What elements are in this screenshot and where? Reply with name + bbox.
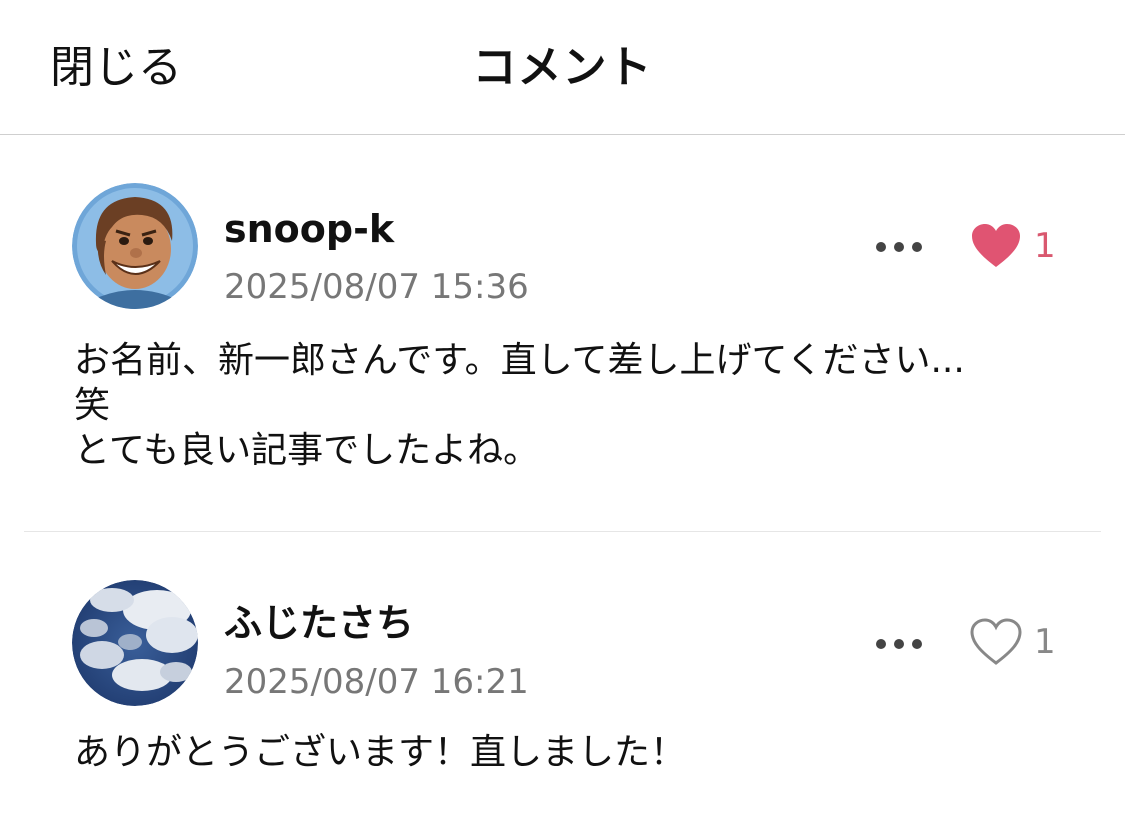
- heart-outline-icon: [970, 618, 1022, 665]
- comment-timestamp: 2025/08/07 16:21: [224, 662, 529, 702]
- more-options-button[interactable]: [868, 226, 930, 266]
- sky-clouds-avatar-icon: [72, 580, 198, 706]
- more-dots-icon: [876, 639, 886, 649]
- page-title: コメント: [472, 42, 653, 93]
- avatar[interactable]: [72, 580, 198, 706]
- more-dots-icon: [912, 639, 922, 649]
- more-dots-icon: [894, 639, 904, 649]
- cartoon-character-avatar-icon: [72, 183, 198, 309]
- header-bar: 閉じる コメント: [0, 0, 1125, 135]
- more-options-button[interactable]: [868, 623, 930, 663]
- more-dots-icon: [876, 242, 886, 252]
- username[interactable]: ふじたさち: [224, 599, 414, 647]
- comment-body: ありがとうございます！直しました！: [74, 732, 687, 773]
- more-dots-icon: [912, 242, 922, 252]
- username[interactable]: snoop-k: [224, 205, 394, 253]
- avatar[interactable]: [72, 183, 198, 309]
- like-button[interactable]: 1: [966, 218, 1056, 274]
- comment-item: ふじたさち 2025/08/07 16:21 1 ありがとうございます！直しまし…: [0, 532, 1125, 823]
- more-dots-icon: [894, 242, 904, 252]
- comment-timestamp: 2025/08/07 15:36: [224, 267, 529, 307]
- like-button[interactable]: 1: [966, 614, 1056, 670]
- heart-filled-icon: [972, 224, 1020, 267]
- comment-item: snoop-k 2025/08/07 15:36 1 お名前、新一郎さんです。直…: [0, 135, 1125, 531]
- like-count: 1: [1034, 622, 1056, 662]
- comment-body: お名前、新一郎さんです。直して差し上げてください... 笑 とても良い記事でした…: [74, 340, 965, 471]
- like-count: 1: [1034, 226, 1056, 266]
